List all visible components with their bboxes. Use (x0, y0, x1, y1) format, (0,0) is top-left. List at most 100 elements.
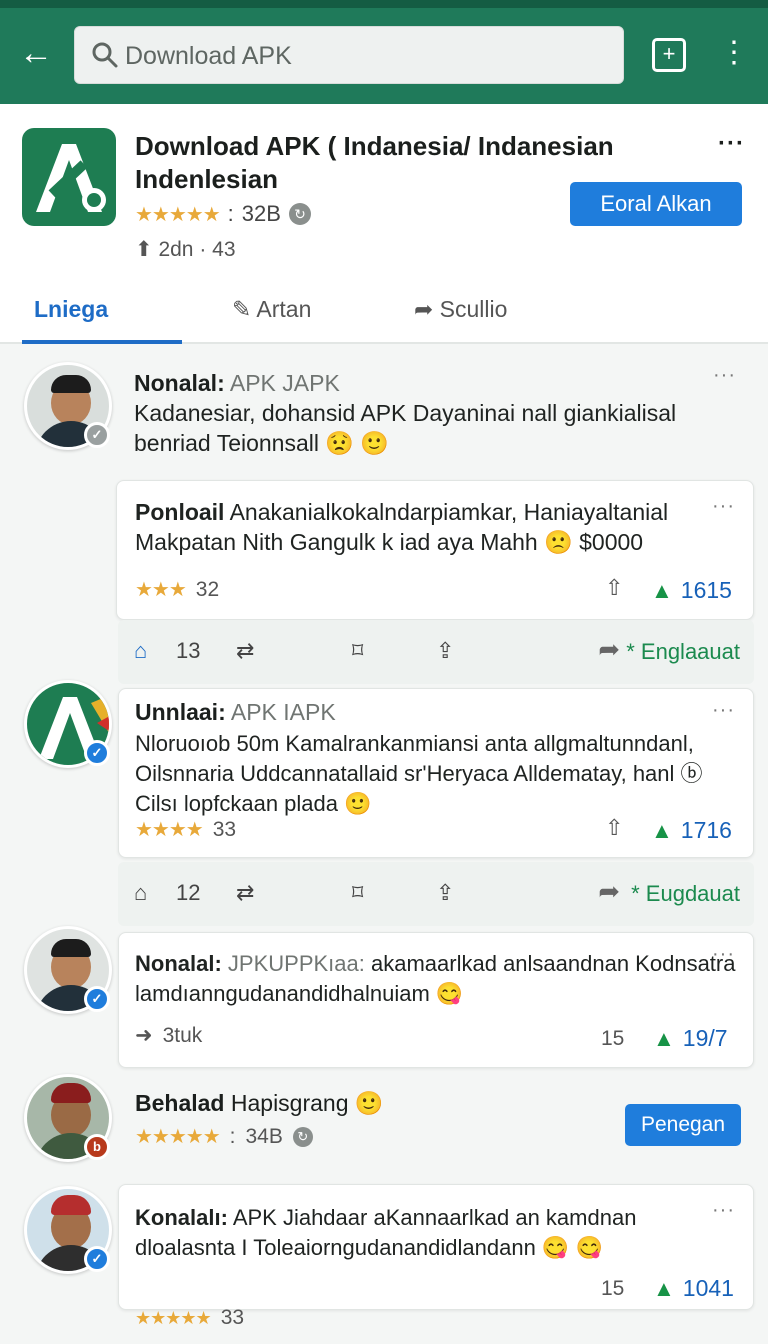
post-author[interactable]: Nonalal: (134, 370, 225, 396)
upvote-icon: ▲ (651, 817, 673, 843)
app-logo (22, 128, 116, 226)
quote-content: Ponloail Anakanialkokalndarpiamkar, Hani… (135, 497, 735, 557)
more-vertical-icon[interactable]: ⋮ (717, 38, 751, 72)
search-input[interactable]: Download APK (74, 26, 624, 84)
post-rating: ★★★★ 33 (135, 817, 236, 842)
upvote-count: 1041 (682, 1275, 734, 1301)
tab-artan-label: Artan (256, 296, 312, 322)
rating-stars: ★★★★★ (135, 1126, 221, 1148)
rating-value: 33 (212, 817, 237, 841)
post-author[interactable]: Unnlaai: (135, 699, 226, 725)
app-rating: ★★★★★ : 32B ↻ (135, 201, 311, 227)
avatar-hat (51, 1083, 91, 1103)
upvote-icon: ▲ (653, 1275, 675, 1301)
quote-card[interactable]: Ponloail Anakanialkokalndarpiamkar, Hani… (116, 480, 754, 620)
likes-count: 12 (176, 880, 201, 905)
rating-stars: ★★★ (135, 579, 187, 601)
tab-scullio-label: Scullio (439, 296, 508, 322)
verified-badge-icon: ✓ (84, 986, 110, 1012)
rating-value: 33 (220, 1306, 245, 1329)
more-horizontal-icon[interactable]: ··· (718, 130, 745, 158)
rating-stars: ★★★★ (135, 819, 204, 841)
post-handle: APK Jiahdaar (232, 1205, 368, 1230)
badge-icon: b (84, 1134, 110, 1160)
post-author[interactable]: Konalalı: (135, 1205, 228, 1230)
follow-button[interactable]: Penegan (625, 1104, 741, 1146)
more-horizontal-icon[interactable]: ··· (712, 699, 735, 722)
likes-count: 13 (176, 638, 201, 663)
post-content: Nonalal: JPKUPPKıaa: akamaarlkad anlsaan… (135, 949, 745, 1009)
repost-icon[interactable]: ⇄ (236, 638, 254, 664)
post-header: Unnlaai: APK IAPK (135, 699, 336, 726)
upvote[interactable]: ▲ 1615 (651, 577, 732, 604)
tab-lniega[interactable]: Lniega (34, 296, 108, 323)
rating-value: 32 (195, 577, 220, 601)
repost-icon[interactable]: ⇄ (236, 880, 254, 906)
upvote[interactable]: ▲ 1716 (651, 817, 732, 844)
engage-link[interactable]: * Eugdauat (631, 881, 740, 907)
home-icon[interactable]: ⌂ (134, 638, 147, 664)
upvote[interactable]: ▲ 19/7 (653, 1025, 728, 1052)
share-outline-icon[interactable]: ⇧ (605, 575, 623, 601)
post-text: Kadanesiar, dohansid APK Dayaninai nall … (134, 400, 677, 456)
rating-separator: : (227, 201, 234, 226)
reply-count: 15 (601, 1027, 625, 1050)
tab-artan[interactable]: ✎ Artan (232, 296, 311, 323)
post-author[interactable]: Nonalal: (135, 951, 222, 976)
forward-icon[interactable]: ➦ (598, 876, 620, 907)
post-text: akamaarlkad anlsaandnan Kodnsatra lamdıa… (135, 951, 736, 1006)
quote-rating: ★★★ 32 (135, 577, 219, 602)
plus-box-icon[interactable]: + (652, 38, 686, 72)
rating-value: 32B (241, 201, 281, 226)
search-icon (92, 42, 118, 68)
upvote[interactable]: ▲ 1041 (653, 1275, 734, 1302)
rating-stars: ★★★★★ (135, 203, 221, 226)
engage-link[interactable]: * Englaauat (626, 639, 740, 665)
bookmark-icon[interactable]: ⌑ (352, 880, 363, 906)
more-horizontal-icon[interactable]: ··· (712, 943, 735, 966)
post-author[interactable]: Behalad (135, 1090, 224, 1116)
bookmark-icon[interactable]: ⌑ (352, 638, 363, 664)
verified-badge-icon: ✓ (84, 1246, 110, 1272)
home-icon[interactable]: ⌂ (134, 880, 147, 906)
reply-count: 15 (601, 1277, 625, 1300)
avatar-hat (51, 1195, 91, 1215)
more-horizontal-icon[interactable]: ··· (713, 364, 736, 387)
engage-label: Englaauat (640, 639, 740, 664)
verified-badge-icon: ✓ (84, 740, 110, 766)
upvote-count: 1615 (680, 577, 732, 603)
tab-action-button[interactable]: Eoral Alkan (570, 182, 742, 226)
post-handle: Hapisgrang 🙂 (230, 1090, 384, 1116)
arrow-left-icon[interactable]: ← (18, 36, 54, 70)
top-app-bar: ← Download APK + ⋮ (0, 0, 768, 104)
share-icon[interactable]: ⇪ (436, 638, 454, 664)
subinfo-text: 2dn · 43 (158, 238, 236, 261)
post-card: Unnlaai: APK IAPK ··· Nloruoıob 50m Kama… (118, 688, 754, 858)
post-rating: ★★★★★ 33 (135, 1306, 244, 1330)
rating-value: 34B (245, 1124, 283, 1148)
share-outline-icon[interactable]: ⇧ (605, 815, 623, 841)
share-icon[interactable]: ⇪ (436, 880, 454, 906)
quote-author[interactable]: Ponloail (135, 499, 224, 525)
more-horizontal-icon[interactable]: ··· (712, 495, 735, 518)
forward-icon: ➦ (414, 296, 440, 322)
avatar-hair (51, 375, 91, 393)
tab-scullio[interactable]: ➦ Scullio (414, 296, 507, 323)
post-header: Behalad Hapisgrang 🙂 (135, 1090, 384, 1117)
post-handle: APK IAPK (230, 699, 336, 725)
more-horizontal-icon[interactable]: ··· (712, 1199, 735, 1222)
tab-indicator (22, 340, 182, 344)
post-content: Konalalı: APK Jiahdaar aKannaarlkad an k… (135, 1203, 735, 1263)
forward-icon[interactable]: ➦ (598, 634, 620, 665)
check-badge-icon: ✓ (84, 422, 110, 448)
refresh-icon: ↻ (292, 1126, 313, 1147)
search-placeholder: Download APK (125, 42, 292, 70)
tab-bar: Lniega ✎ Artan ➦ Scullio (0, 284, 768, 344)
rating-separator: : (229, 1124, 236, 1148)
post-header: Nonalal: APK JAPK (134, 370, 340, 397)
share-icon: ⬆ (135, 238, 153, 261)
post-card: Nonalal: APK JAPK ··· Kadanesiar, dohans… (118, 362, 754, 478)
post-handle: APK JAPK (229, 370, 340, 396)
status-strip (0, 0, 768, 8)
upvote-icon: ▲ (651, 577, 673, 603)
